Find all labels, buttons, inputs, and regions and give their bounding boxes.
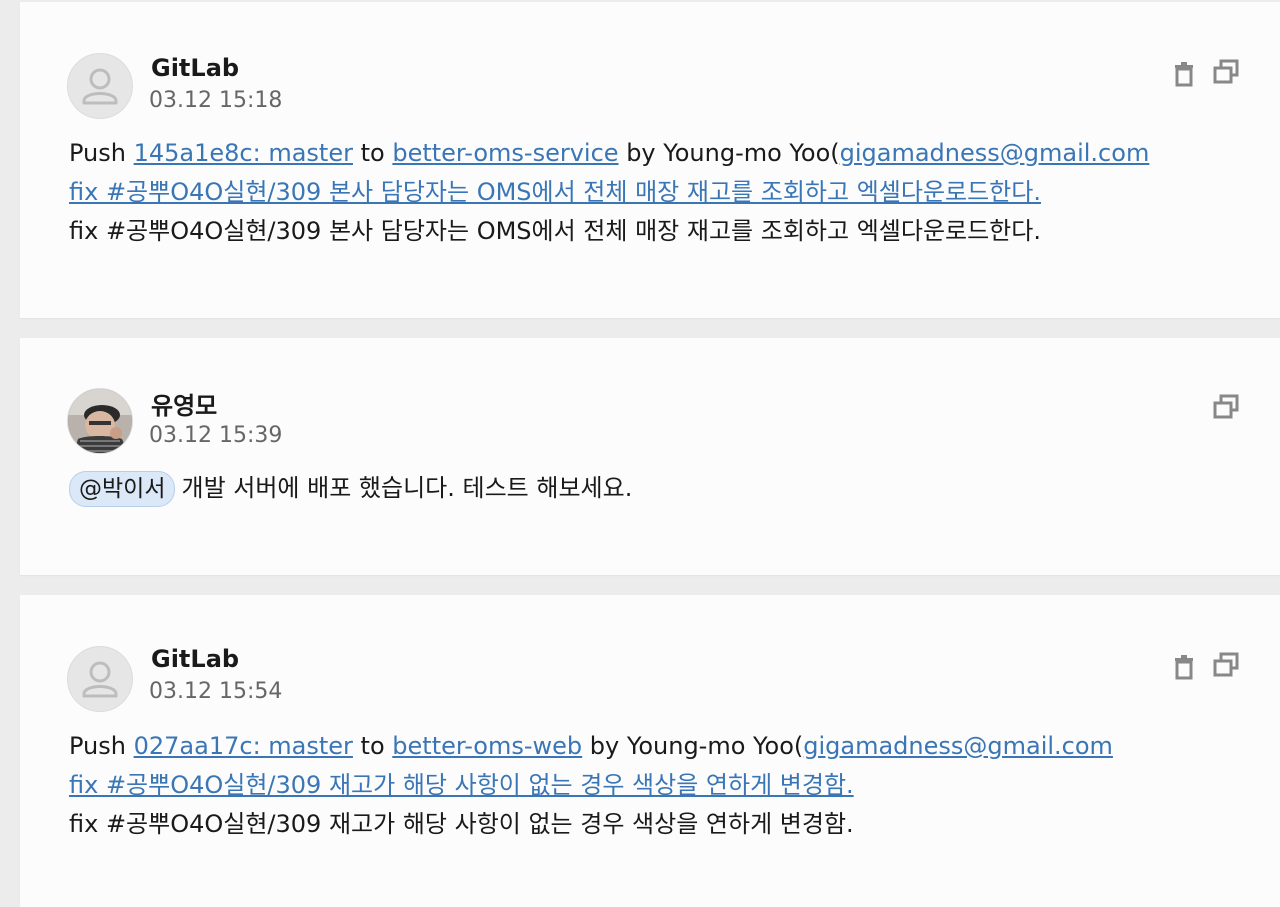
to-text: to xyxy=(352,732,393,760)
timestamp: 03.12 15:54 xyxy=(149,679,283,704)
avatar[interactable] xyxy=(67,646,133,712)
commit-message: fix #공뿌O4O실현/309 본사 담당자는 OMS에서 전체 매장 재고를… xyxy=(69,217,1041,245)
push-line: Push 027aa17c: master to better-oms-web … xyxy=(69,727,1260,766)
timestamp: 03.12 15:18 xyxy=(149,88,283,113)
default-user-icon xyxy=(82,68,118,105)
copy-icon[interactable] xyxy=(1212,58,1240,86)
profile-photo xyxy=(68,389,132,453)
default-user-icon xyxy=(82,661,118,698)
by-text: by Young-mo Yoo( xyxy=(618,139,840,167)
trash-icon[interactable] xyxy=(1170,60,1198,88)
to-text: to xyxy=(352,139,393,167)
email-link[interactable]: gigamadness@gmail.com xyxy=(803,732,1113,760)
by-text: by Young-mo Yoo( xyxy=(582,732,804,760)
message-body: Push 027aa17c: master to better-oms-web … xyxy=(69,727,1260,844)
commit-title-link[interactable]: fix #공뿌O4O실현/309 본사 담당자는 OMS에서 전체 매장 재고를… xyxy=(69,178,1041,206)
author-name: 유영모 xyxy=(151,392,218,420)
push-prefix: Push xyxy=(69,732,134,760)
author-name: GitLab xyxy=(151,645,240,673)
message-card: 유영모 03.12 15:39 @박이서 개발 서버에 배포 했습니다. 테스트 … xyxy=(20,338,1280,575)
email-link[interactable]: gigamadness@gmail.com xyxy=(840,139,1150,167)
push-line: Push 145a1e8c: master to better-oms-serv… xyxy=(69,134,1260,173)
repo-link[interactable]: better-oms-service xyxy=(392,139,618,167)
copy-icon[interactable] xyxy=(1212,651,1240,679)
avatar[interactable] xyxy=(67,388,133,454)
trash-icon[interactable] xyxy=(1170,653,1198,681)
commit-title-link[interactable]: fix #공뿌O4O실현/309 재고가 해당 사항이 없는 경우 색상을 연하… xyxy=(69,771,854,799)
avatar[interactable] xyxy=(67,53,133,119)
commit-message: fix #공뿌O4O실현/309 재고가 해당 사항이 없는 경우 색상을 연하… xyxy=(69,810,854,838)
message-card: GitLab 03.12 15:18 Push 145a1e8c: master… xyxy=(20,2,1280,318)
commit-link[interactable]: 027aa17c: master xyxy=(134,732,353,760)
copy-icon[interactable] xyxy=(1212,393,1240,421)
author-name: GitLab xyxy=(151,54,240,82)
message-body: Push 145a1e8c: master to better-oms-serv… xyxy=(69,134,1260,251)
message-body: @박이서 개발 서버에 배포 했습니다. 테스트 해보세요. xyxy=(69,469,1260,508)
message-card: GitLab 03.12 15:54 Push 027aa17c: master… xyxy=(20,595,1280,907)
timestamp: 03.12 15:39 xyxy=(149,423,283,448)
message-text: 개발 서버에 배포 했습니다. 테스트 해보세요. xyxy=(181,474,633,502)
commit-link[interactable]: 145a1e8c: master xyxy=(134,139,353,167)
repo-link[interactable]: better-oms-web xyxy=(392,732,582,760)
mention-chip[interactable]: @박이서 xyxy=(69,471,176,507)
push-prefix: Push xyxy=(69,139,134,167)
